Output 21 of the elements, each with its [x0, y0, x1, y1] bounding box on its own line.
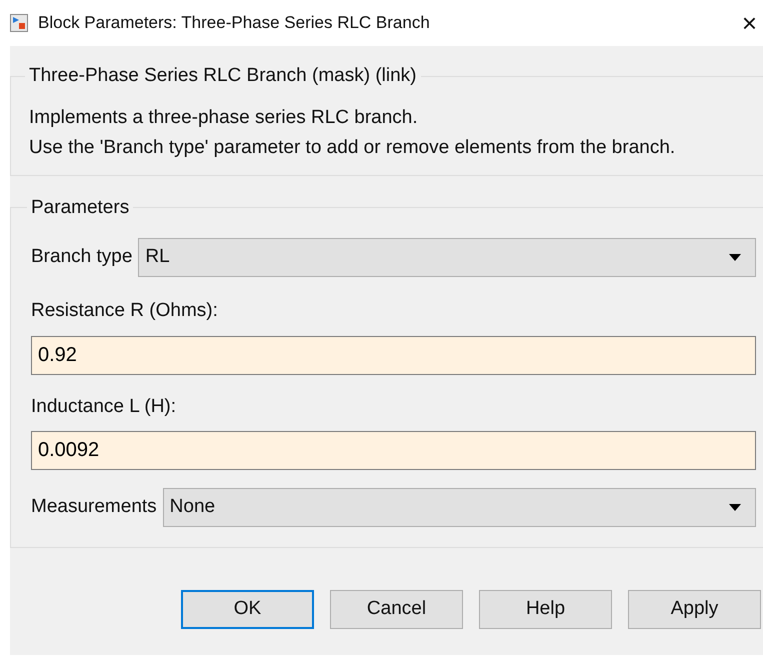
description-text: Implements a three-phase series RLC branch.: [29, 106, 419, 130]
window-title: Block Parameters: Three-Phase Series RLC Branch: [38, 12, 431, 34]
field-label: Branch type: [31, 245, 132, 270]
dialog-button[interactable]: Help: [479, 590, 612, 629]
field-label: Inductance L (H):: [31, 394, 178, 418]
panel-title: Parameters: [30, 196, 130, 220]
dialog-button[interactable]: OK: [181, 590, 314, 629]
description-text: Use the 'Branch type' parameter to add or remove elements from the branch.: [29, 136, 676, 160]
caret-icon: [729, 254, 741, 261]
dialog-button[interactable]: Apply: [628, 590, 761, 629]
input-field[interactable]: 0.92: [31, 336, 756, 374]
app-icon: [10, 14, 28, 32]
input-field[interactable]: 0.0092: [31, 431, 756, 470]
dropdown[interactable]: None: [162, 488, 756, 527]
dialog-button[interactable]: Cancel: [330, 590, 463, 629]
panel-title: Three-Phase Series RLC Branch (mask) (link): [28, 64, 418, 88]
field-label: Resistance R (Ohms):: [31, 299, 219, 323]
dropdown[interactable]: RL: [138, 238, 756, 277]
caret-icon: [729, 504, 741, 511]
close-button[interactable]: ×: [742, 10, 757, 36]
field-label: Measurements: [31, 495, 157, 520]
